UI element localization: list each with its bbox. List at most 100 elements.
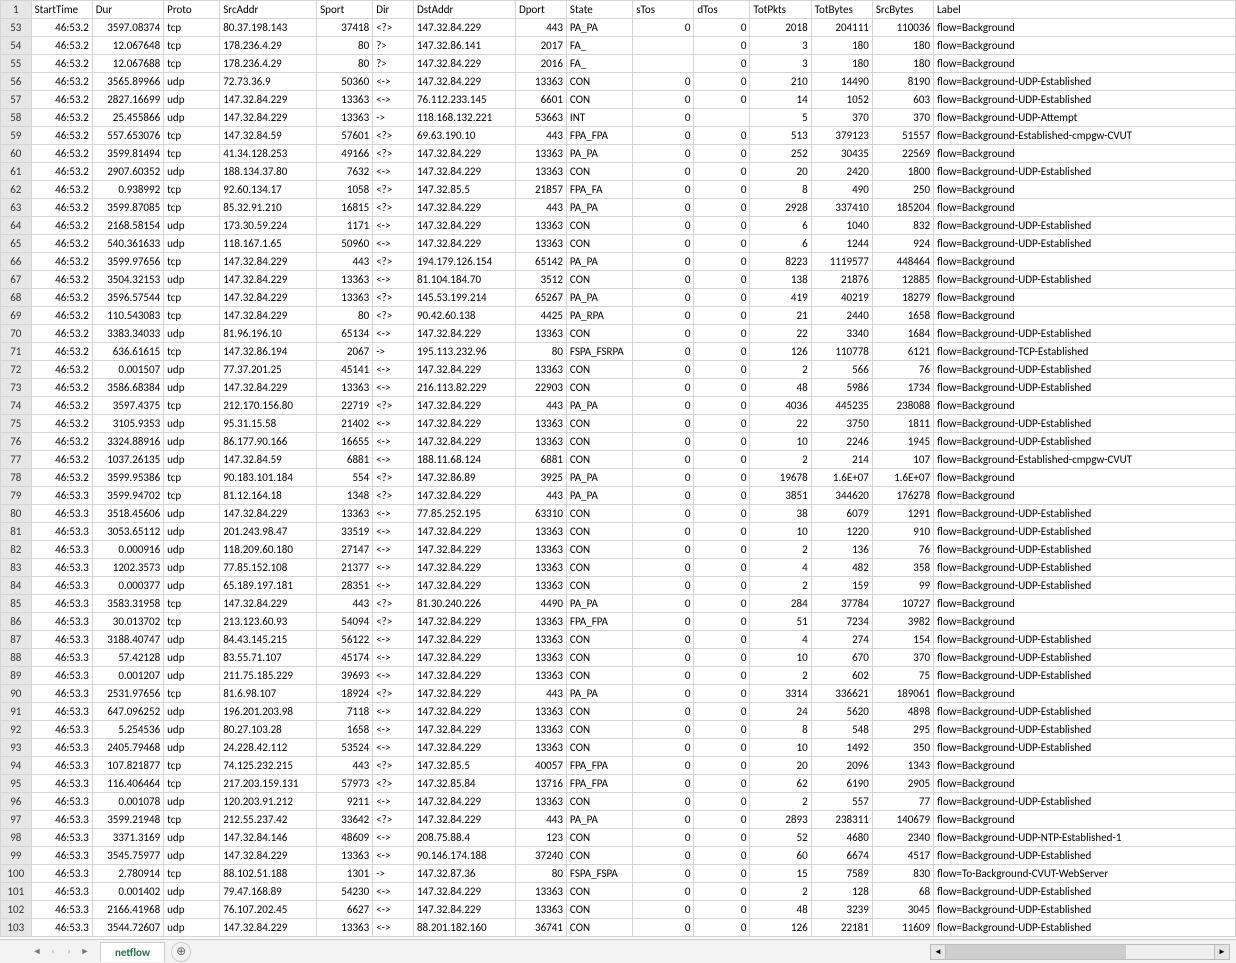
cell[interactable]: 6601	[515, 91, 566, 109]
cell[interactable]: FA_	[566, 37, 632, 55]
cell[interactable]: 10	[750, 649, 811, 667]
cell[interactable]: 1343	[872, 757, 933, 775]
cell[interactable]: 0	[633, 559, 694, 577]
scroll-track[interactable]	[946, 944, 1214, 960]
cell[interactable]: 252	[750, 145, 811, 163]
cell[interactable]: 147.32.84.229	[220, 91, 317, 109]
cell[interactable]: <->	[373, 901, 414, 919]
row-header[interactable]: 68	[1, 289, 32, 307]
cell[interactable]: 443	[515, 199, 566, 217]
row-header[interactable]: 84	[1, 577, 32, 595]
cell[interactable]: 0	[694, 199, 750, 217]
cell[interactable]: ->	[373, 109, 414, 127]
cell[interactable]: 65134	[317, 325, 373, 343]
column-header[interactable]: Dir	[373, 1, 414, 19]
cell[interactable]: 46:53.3	[31, 631, 92, 649]
cell[interactable]: 13363	[515, 433, 566, 451]
cell[interactable]: 80	[515, 865, 566, 883]
cell[interactable]: 0	[633, 343, 694, 361]
cell[interactable]: 7632	[317, 163, 373, 181]
cell[interactable]: flow=Background	[934, 595, 1236, 613]
cell[interactable]: 147.32.84.229	[413, 631, 515, 649]
cell[interactable]: 2	[750, 883, 811, 901]
cell[interactable]: 0	[694, 631, 750, 649]
row-header[interactable]: 65	[1, 235, 32, 253]
cell[interactable]: 208.75.88.4	[413, 829, 515, 847]
column-header[interactable]: DstAddr	[413, 1, 515, 19]
cell[interactable]: 0	[694, 739, 750, 757]
cell[interactable]: 81.96.196.10	[220, 325, 317, 343]
cell[interactable]: 49166	[317, 145, 373, 163]
cell[interactable]: CON	[566, 829, 632, 847]
cell[interactable]: 0	[633, 397, 694, 415]
cell[interactable]: 46:53.2	[31, 73, 92, 91]
cell[interactable]: flow=Background-UDP-Established	[934, 919, 1236, 937]
row-header[interactable]: 78	[1, 469, 32, 487]
cell[interactable]: 110.543083	[92, 307, 163, 325]
cell[interactable]: flow=Background-Established-cmpgw-CVUT	[934, 451, 1236, 469]
row-header[interactable]: 77	[1, 451, 32, 469]
cell[interactable]: 0	[694, 793, 750, 811]
cell[interactable]: 76	[872, 541, 933, 559]
cell[interactable]: 46:53.3	[31, 577, 92, 595]
cell[interactable]: flow=Background-UDP-Established	[934, 433, 1236, 451]
cell[interactable]: flow=Background	[934, 469, 1236, 487]
cell[interactable]: 65142	[515, 253, 566, 271]
cell[interactable]: CON	[566, 667, 632, 685]
cell[interactable]: 154	[872, 631, 933, 649]
cell[interactable]: 57.42128	[92, 649, 163, 667]
cell[interactable]: 0.001507	[92, 361, 163, 379]
cell[interactable]: 0.938992	[92, 181, 163, 199]
cell[interactable]: <->	[373, 577, 414, 595]
cell[interactable]: 80.37.198.143	[220, 19, 317, 37]
cell[interactable]: 238088	[872, 397, 933, 415]
cell[interactable]: 52	[750, 829, 811, 847]
cell[interactable]: 3586.68384	[92, 379, 163, 397]
cell[interactable]: 25.455866	[92, 109, 163, 127]
cell[interactable]: 0	[694, 469, 750, 487]
cell[interactable]: 3239	[811, 901, 872, 919]
cell[interactable]: 5	[750, 109, 811, 127]
row-header[interactable]: 66	[1, 253, 32, 271]
cell[interactable]: 3045	[872, 901, 933, 919]
cell[interactable]: 147.32.84.229	[220, 505, 317, 523]
cell[interactable]: 30.013702	[92, 613, 163, 631]
cell[interactable]: 201.243.98.47	[220, 523, 317, 541]
cell[interactable]: 46:53.3	[31, 757, 92, 775]
cell[interactable]: 13363	[515, 217, 566, 235]
cell[interactable]: 0	[633, 361, 694, 379]
cell[interactable]: 46:53.3	[31, 847, 92, 865]
cell[interactable]: 0	[694, 505, 750, 523]
cell[interactable]: PA_PA	[566, 685, 632, 703]
cell[interactable]: 99	[872, 577, 933, 595]
cell[interactable]: udp	[164, 73, 220, 91]
cell[interactable]: 2	[750, 667, 811, 685]
cell[interactable]: 0	[694, 883, 750, 901]
cell[interactable]: 46:53.3	[31, 667, 92, 685]
cell[interactable]: FSPA_FSRPA	[566, 343, 632, 361]
cell[interactable]: <->	[373, 163, 414, 181]
cell[interactable]: 1684	[872, 325, 933, 343]
cell[interactable]: 0	[694, 181, 750, 199]
cell[interactable]: 19678	[750, 469, 811, 487]
cell[interactable]: CON	[566, 793, 632, 811]
cell[interactable]: 4	[750, 631, 811, 649]
cell[interactable]: 13363	[317, 379, 373, 397]
cell[interactable]: 65.189.197.181	[220, 577, 317, 595]
cell[interactable]: 0	[633, 163, 694, 181]
cell[interactable]: CON	[566, 505, 632, 523]
cell[interactable]: 284	[750, 595, 811, 613]
cell[interactable]: 2067	[317, 343, 373, 361]
cell[interactable]: 13363	[317, 109, 373, 127]
row-header[interactable]: 73	[1, 379, 32, 397]
cell[interactable]: FPA_FPA	[566, 613, 632, 631]
cell[interactable]: 22569	[872, 145, 933, 163]
cell[interactable]: 51557	[872, 127, 933, 145]
cell[interactable]: 0	[633, 649, 694, 667]
column-header[interactable]: StartTime	[31, 1, 92, 19]
cell[interactable]: 74.125.232.215	[220, 757, 317, 775]
cell[interactable]: 2	[750, 541, 811, 559]
cell[interactable]: tcp	[164, 181, 220, 199]
cell[interactable]: 0	[694, 55, 750, 73]
row-header[interactable]: 86	[1, 613, 32, 631]
